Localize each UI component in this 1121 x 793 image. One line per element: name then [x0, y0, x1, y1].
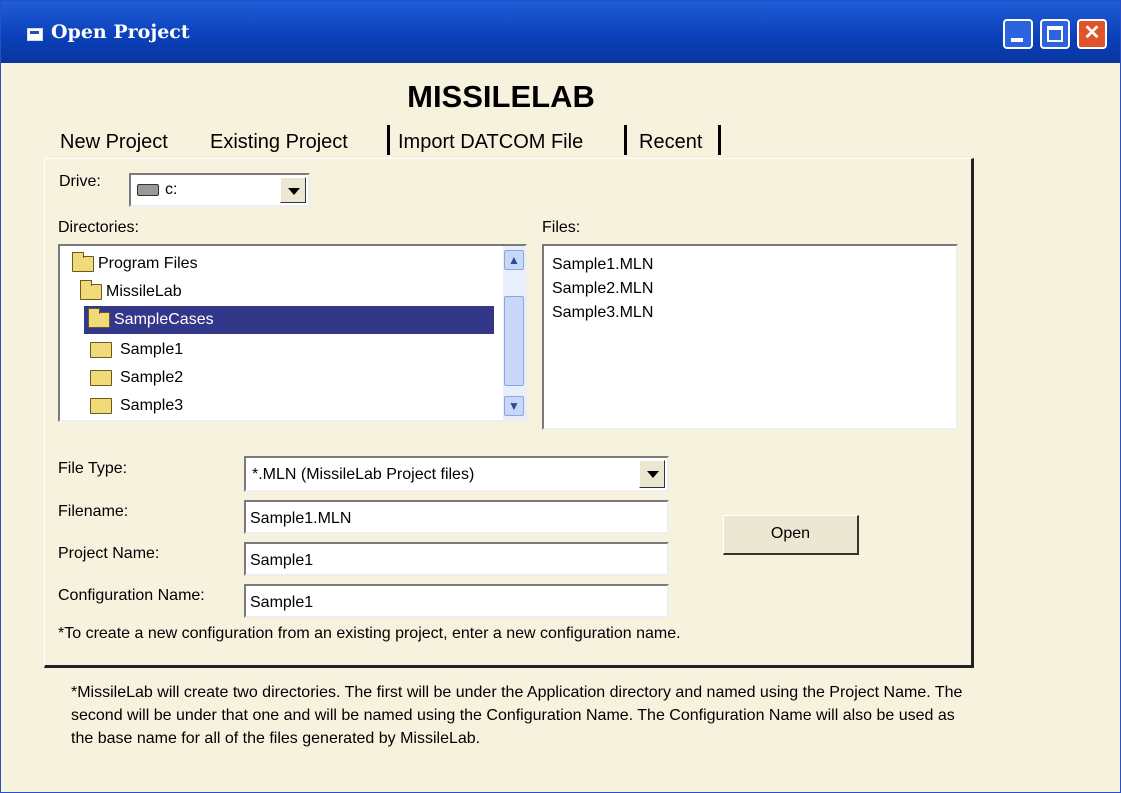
file-item[interactable]: Sample2.MLN: [552, 280, 653, 298]
drive-select[interactable]: c:: [129, 173, 310, 207]
close-icon: ✕: [1083, 22, 1101, 44]
open-folder-icon: [88, 308, 110, 328]
maximize-icon: [1047, 26, 1063, 42]
drive-icon: [137, 184, 159, 196]
tab-divider: [387, 125, 390, 155]
close-button[interactable]: ✕: [1077, 19, 1107, 49]
chevron-down-icon[interactable]: [639, 460, 665, 488]
open-project-window: Open Project ✕ MISSILELAB New Project Ex…: [0, 0, 1121, 793]
file-type-value: *.MLN (MissileLab Project files): [252, 466, 475, 483]
file-item[interactable]: Sample1.MLN: [552, 256, 653, 274]
scroll-up-icon[interactable]: ▲: [504, 250, 524, 270]
directories-label: Directories:: [58, 219, 139, 236]
open-folder-icon: [72, 252, 94, 272]
open-button[interactable]: Open: [723, 515, 859, 555]
directories-list[interactable]: Program Files MissileLab SampleCases Sam…: [58, 244, 527, 422]
drive-label: Drive:: [59, 173, 101, 190]
minimize-button[interactable]: [1003, 19, 1033, 49]
filename-field[interactable]: Sample1.MLN: [244, 500, 669, 534]
scroll-thumb[interactable]: [504, 296, 524, 386]
file-type-select[interactable]: *.MLN (MissileLab Project files): [244, 456, 669, 492]
project-name-field[interactable]: Sample1: [244, 542, 669, 576]
directories-scrollbar[interactable]: ▲ ▼: [503, 246, 525, 420]
window-title: Open Project: [51, 21, 190, 43]
configuration-note: *To create a new configuration from an e…: [58, 625, 681, 642]
file-item[interactable]: Sample3.MLN: [552, 304, 653, 322]
tab-new-project[interactable]: New Project: [60, 125, 168, 159]
open-folder-icon: [80, 280, 102, 300]
drive-value: c:: [165, 181, 178, 198]
configuration-name-label: Configuration Name:: [58, 587, 205, 604]
app-title: MISSILELAB: [407, 79, 595, 114]
folder-icon: [90, 342, 112, 358]
chevron-down-icon[interactable]: [280, 177, 306, 203]
maximize-button[interactable]: [1040, 19, 1070, 49]
configuration-name-field[interactable]: Sample1: [244, 584, 669, 618]
title-bar[interactable]: Open Project ✕: [1, 1, 1120, 63]
tab-recent[interactable]: Recent: [639, 125, 702, 159]
folder-icon: [90, 370, 112, 386]
scroll-down-icon[interactable]: ▼: [504, 396, 524, 416]
filename-label: Filename:: [58, 503, 129, 520]
tab-existing-project[interactable]: Existing Project: [210, 125, 348, 159]
tab-divider: [718, 125, 721, 155]
tab-import-datcom-file[interactable]: Import DATCOM File: [398, 125, 583, 159]
tab-divider: [624, 125, 627, 155]
file-type-label: File Type:: [58, 460, 128, 477]
minimize-icon: [1011, 38, 1023, 42]
project-name-label: Project Name:: [58, 545, 160, 562]
files-label: Files:: [542, 219, 581, 236]
files-list[interactable]: Sample1.MLN Sample2.MLN Sample3.MLN: [542, 244, 958, 430]
footer-note: *MissileLab will create two directories.…: [71, 684, 963, 747]
directory-item-selected[interactable]: SampleCases: [84, 306, 494, 334]
window-icon: [27, 28, 43, 41]
folder-icon: [90, 398, 112, 414]
